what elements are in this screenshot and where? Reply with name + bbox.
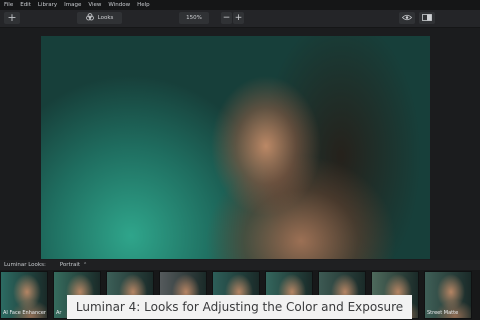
look-label: AI Face Enhancer bbox=[3, 310, 46, 316]
menu-image[interactable]: Image bbox=[64, 0, 81, 10]
looks-panel-label: Luminar Looks: bbox=[4, 262, 46, 268]
add-photos-button[interactable]: + bbox=[4, 12, 20, 24]
compare-button[interactable] bbox=[419, 12, 435, 24]
zoom-in-button[interactable]: + bbox=[233, 12, 244, 24]
menu-view[interactable]: View bbox=[88, 0, 101, 10]
menu-window[interactable]: Window bbox=[108, 0, 130, 10]
menu-help[interactable]: Help bbox=[137, 0, 150, 10]
looks-icon bbox=[85, 13, 94, 23]
chevron-up-icon[interactable]: ⌃ bbox=[83, 262, 87, 268]
look-label: Street Matte bbox=[427, 310, 459, 316]
menu-bar: File Edit Library Image View Window Help bbox=[0, 0, 480, 10]
caption-banner: Luminar 4: Looks for Adjusting the Color… bbox=[67, 295, 412, 319]
eye-icon bbox=[401, 14, 413, 23]
looks-button[interactable]: Looks bbox=[77, 12, 122, 24]
menu-library[interactable]: Library bbox=[38, 0, 57, 10]
toolbar: + Looks 150% − + bbox=[0, 10, 480, 28]
main-photo[interactable] bbox=[41, 36, 430, 259]
compare-icon bbox=[422, 13, 432, 23]
looks-category-dropdown[interactable]: Portrait bbox=[60, 262, 80, 268]
look-label: Ar bbox=[56, 310, 62, 316]
zoom-value[interactable]: 150% bbox=[179, 12, 209, 24]
looks-panel-header: Luminar Looks: Portrait ⌃ bbox=[0, 260, 480, 270]
look-thumbnail[interactable]: AI Face Enhancer bbox=[0, 271, 48, 319]
look-thumbnail[interactable]: Street Matte bbox=[424, 271, 472, 319]
preview-button[interactable] bbox=[399, 12, 415, 24]
zoom-out-button[interactable]: − bbox=[221, 12, 232, 24]
menu-file[interactable]: File bbox=[4, 0, 13, 10]
menu-edit[interactable]: Edit bbox=[20, 0, 31, 10]
looks-button-label: Looks bbox=[97, 15, 114, 21]
